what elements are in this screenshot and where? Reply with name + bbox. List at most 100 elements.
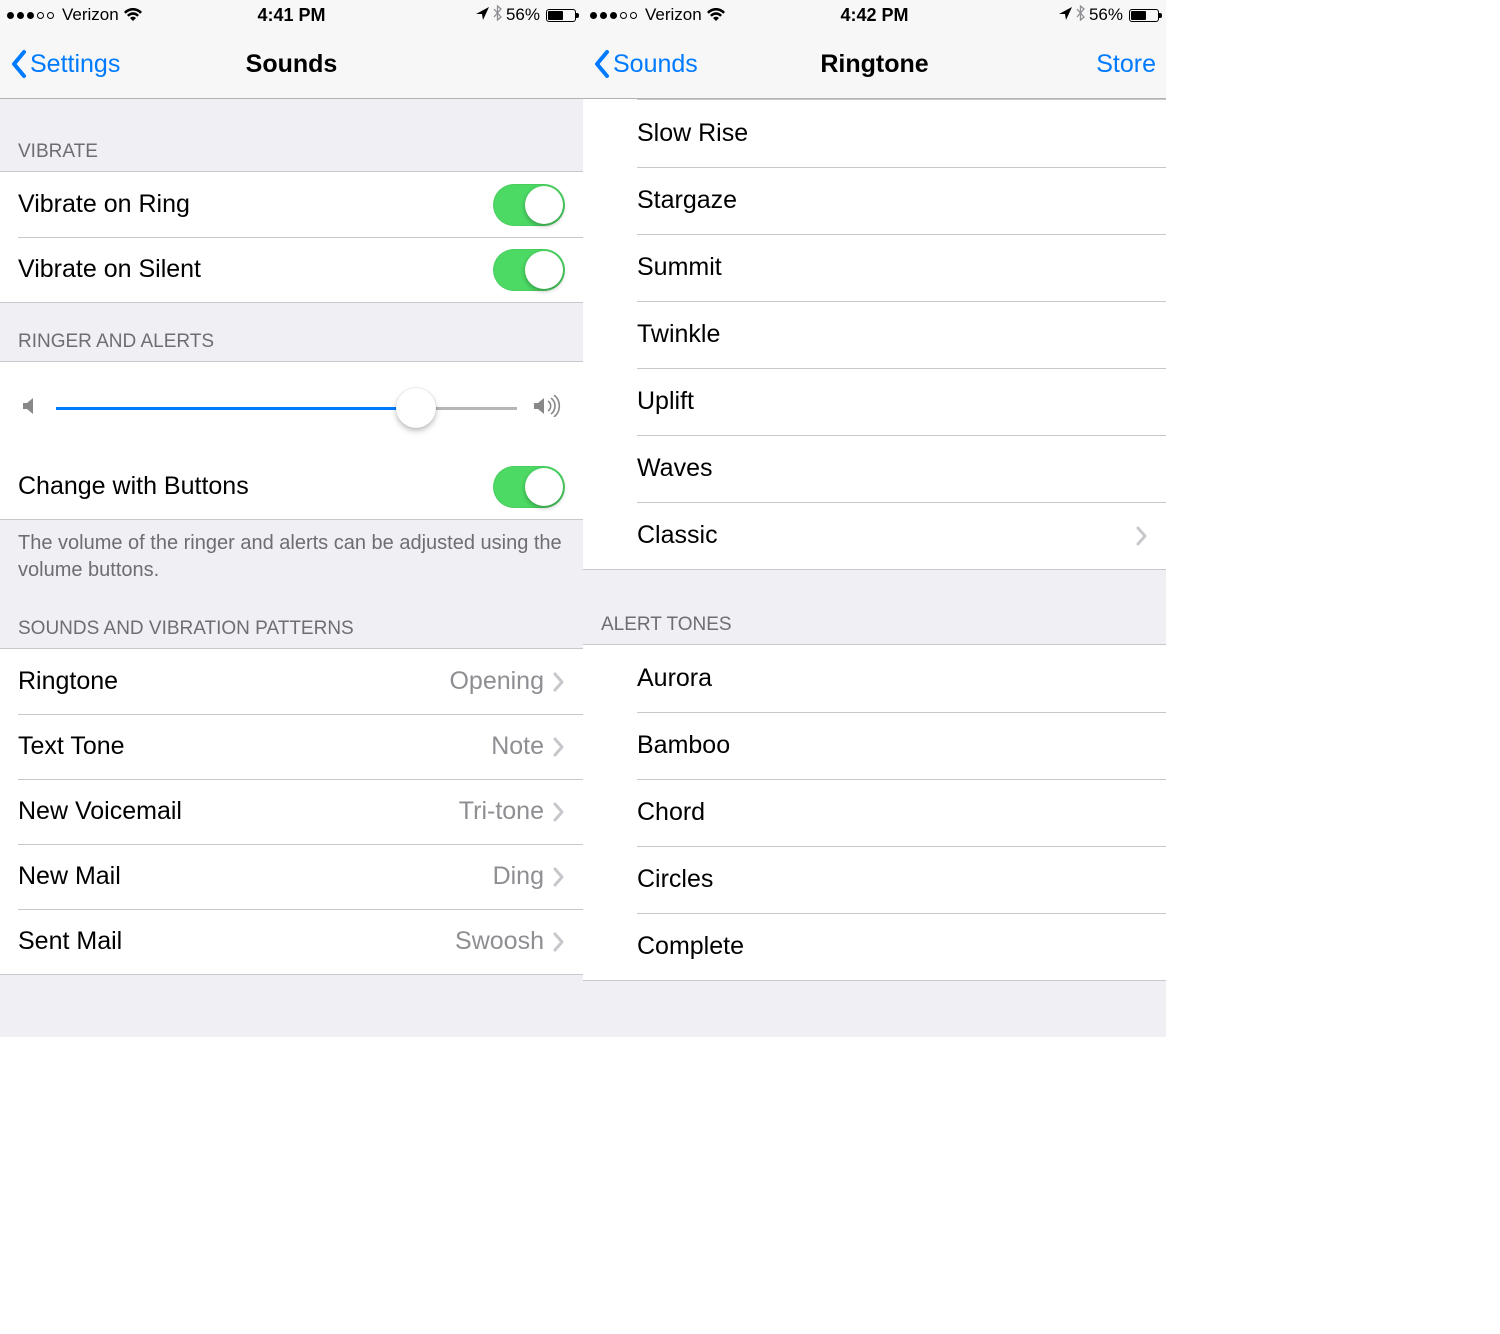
status-left: Verizon xyxy=(590,5,726,25)
location-icon xyxy=(476,5,489,25)
signal-dots-icon xyxy=(7,12,54,19)
pattern-label: Sent Mail xyxy=(18,927,122,956)
nav-bar: Settings Sounds xyxy=(0,30,583,99)
back-label: Settings xyxy=(30,50,120,79)
change-buttons-row[interactable]: Change with Buttons xyxy=(0,454,583,519)
alert-tone-row[interactable]: Chord xyxy=(583,779,1166,846)
alert-tone-row[interactable]: Complete xyxy=(583,913,1166,980)
chevron-right-icon xyxy=(552,931,565,953)
content: Slow Rise Stargaze Summit Twinkle Uplift Wave… xyxy=(583,99,1166,1037)
pattern-label: Text Tone xyxy=(18,732,125,761)
pattern-value: Ding xyxy=(493,862,552,891)
carrier-label: Verizon xyxy=(62,5,119,25)
status-bar: Verizon 4:41 PM 56% xyxy=(0,0,583,30)
sounds-screen: Verizon 4:41 PM 56% Settings Sounds Vibr… xyxy=(0,0,583,1037)
speaker-low-icon xyxy=(22,395,40,422)
battery-percent: 56% xyxy=(1089,5,1123,25)
slider-thumb[interactable] xyxy=(396,388,436,428)
classic-row[interactable]: Classic xyxy=(583,502,1166,569)
alert-tone-row[interactable]: Circles xyxy=(583,846,1166,913)
pattern-row[interactable]: Ringtone Opening xyxy=(0,649,583,714)
alert-tone-label: Chord xyxy=(601,798,705,827)
status-bar: Verizon 4:42 PM 56% xyxy=(583,0,1166,30)
pattern-label: Ringtone xyxy=(18,667,118,696)
ringtone-row[interactable]: Slow Rise xyxy=(583,100,1166,167)
pattern-row[interactable]: Sent Mail Swoosh xyxy=(0,909,583,974)
speaker-high-icon xyxy=(533,395,561,422)
chevron-right-icon xyxy=(552,801,565,823)
ringtone-label: Twinkle xyxy=(601,320,720,349)
wifi-icon xyxy=(123,8,143,22)
change-buttons-toggle[interactable] xyxy=(493,466,565,508)
back-label: Sounds xyxy=(613,50,698,79)
ringtone-label: Uplift xyxy=(601,387,694,416)
ringtones-group: Slow Rise Stargaze Summit Twinkle Uplift Wave… xyxy=(583,99,1166,570)
carrier-label: Verizon xyxy=(645,5,702,25)
bluetooth-icon xyxy=(1076,5,1085,26)
store-button[interactable]: Store xyxy=(1096,50,1156,79)
status-right: 56% xyxy=(1059,5,1159,26)
vibrate-silent-row[interactable]: Vibrate on Silent xyxy=(0,237,583,302)
pattern-row[interactable]: New Mail Ding xyxy=(0,844,583,909)
pattern-row[interactable]: New Voicemail Tri-tone xyxy=(0,779,583,844)
ringtone-label: Stargaze xyxy=(601,186,737,215)
vibrate-silent-toggle[interactable] xyxy=(493,249,565,291)
change-buttons-label: Change with Buttons xyxy=(18,472,249,501)
ringtone-row[interactable]: Twinkle xyxy=(583,301,1166,368)
wifi-icon xyxy=(706,8,726,22)
battery-icon xyxy=(1129,9,1159,22)
alert-tone-row[interactable]: Aurora xyxy=(583,645,1166,712)
ringtone-label: Waves xyxy=(601,454,712,483)
vibrate-ring-toggle[interactable] xyxy=(493,184,565,226)
chevron-right-icon xyxy=(552,736,565,758)
alert-tone-label: Bamboo xyxy=(601,731,730,760)
alert-tone-row[interactable]: Bamboo xyxy=(583,712,1166,779)
battery-icon xyxy=(546,9,576,22)
alert-tones-group: Aurora Bamboo Chord Circles Complete xyxy=(583,644,1166,981)
vibrate-silent-label: Vibrate on Silent xyxy=(18,255,201,284)
nav-bar: Sounds Ringtone Store xyxy=(583,30,1166,99)
ringtone-label: Slow Rise xyxy=(601,119,748,148)
chevron-right-icon xyxy=(552,866,565,888)
vibrate-group: Vibrate on Ring Vibrate on Silent xyxy=(0,171,583,303)
volume-slider[interactable] xyxy=(56,388,517,428)
back-button[interactable]: Sounds xyxy=(593,49,698,79)
chevron-right-icon xyxy=(1135,525,1148,547)
status-left: Verizon xyxy=(7,5,143,25)
ringtone-screen: Verizon 4:42 PM 56% Sounds Ringtone Stor… xyxy=(583,0,1166,1037)
alert-tone-label: Circles xyxy=(601,865,713,894)
ringer-header: Ringer and Alerts xyxy=(0,303,583,361)
chevron-right-icon xyxy=(552,671,565,693)
ringtone-row[interactable]: Summit xyxy=(583,234,1166,301)
pattern-value: Tri-tone xyxy=(459,797,552,826)
bluetooth-icon xyxy=(493,5,502,26)
ringtone-row[interactable]: Waves xyxy=(583,435,1166,502)
location-icon xyxy=(1059,5,1072,25)
ringtone-row[interactable]: Uplift xyxy=(583,368,1166,435)
pattern-value: Opening xyxy=(449,667,552,696)
volume-slider-row[interactable] xyxy=(0,362,583,454)
classic-label: Classic xyxy=(601,521,718,550)
signal-dots-icon xyxy=(590,12,637,19)
ringtone-row[interactable]: Stargaze xyxy=(583,167,1166,234)
alert-tones-header: Alert Tones xyxy=(583,570,1166,644)
pattern-value: Swoosh xyxy=(455,927,552,956)
vibrate-header: Vibrate xyxy=(0,99,583,171)
patterns-header: Sounds and Vibration Patterns xyxy=(0,598,583,648)
status-right: 56% xyxy=(476,5,576,26)
ringer-group: Change with Buttons xyxy=(0,361,583,520)
alert-tone-label: Aurora xyxy=(601,664,712,693)
pattern-value: Note xyxy=(491,732,552,761)
battery-percent: 56% xyxy=(506,5,540,25)
alert-tone-label: Complete xyxy=(601,932,744,961)
patterns-group: Ringtone Opening Text Tone Note New Voicemai… xyxy=(0,648,583,975)
back-button[interactable]: Settings xyxy=(10,49,120,79)
vibrate-ring-label: Vibrate on Ring xyxy=(18,190,190,219)
ringer-footer: The volume of the ringer and alerts can … xyxy=(0,520,583,598)
pattern-row[interactable]: Text Tone Note xyxy=(0,714,583,779)
content: Vibrate Vibrate on Ring Vibrate on Silen… xyxy=(0,99,583,1037)
pattern-label: New Voicemail xyxy=(18,797,182,826)
vibrate-ring-row[interactable]: Vibrate on Ring xyxy=(0,172,583,237)
ringtone-label: Summit xyxy=(601,253,722,282)
pattern-label: New Mail xyxy=(18,862,121,891)
